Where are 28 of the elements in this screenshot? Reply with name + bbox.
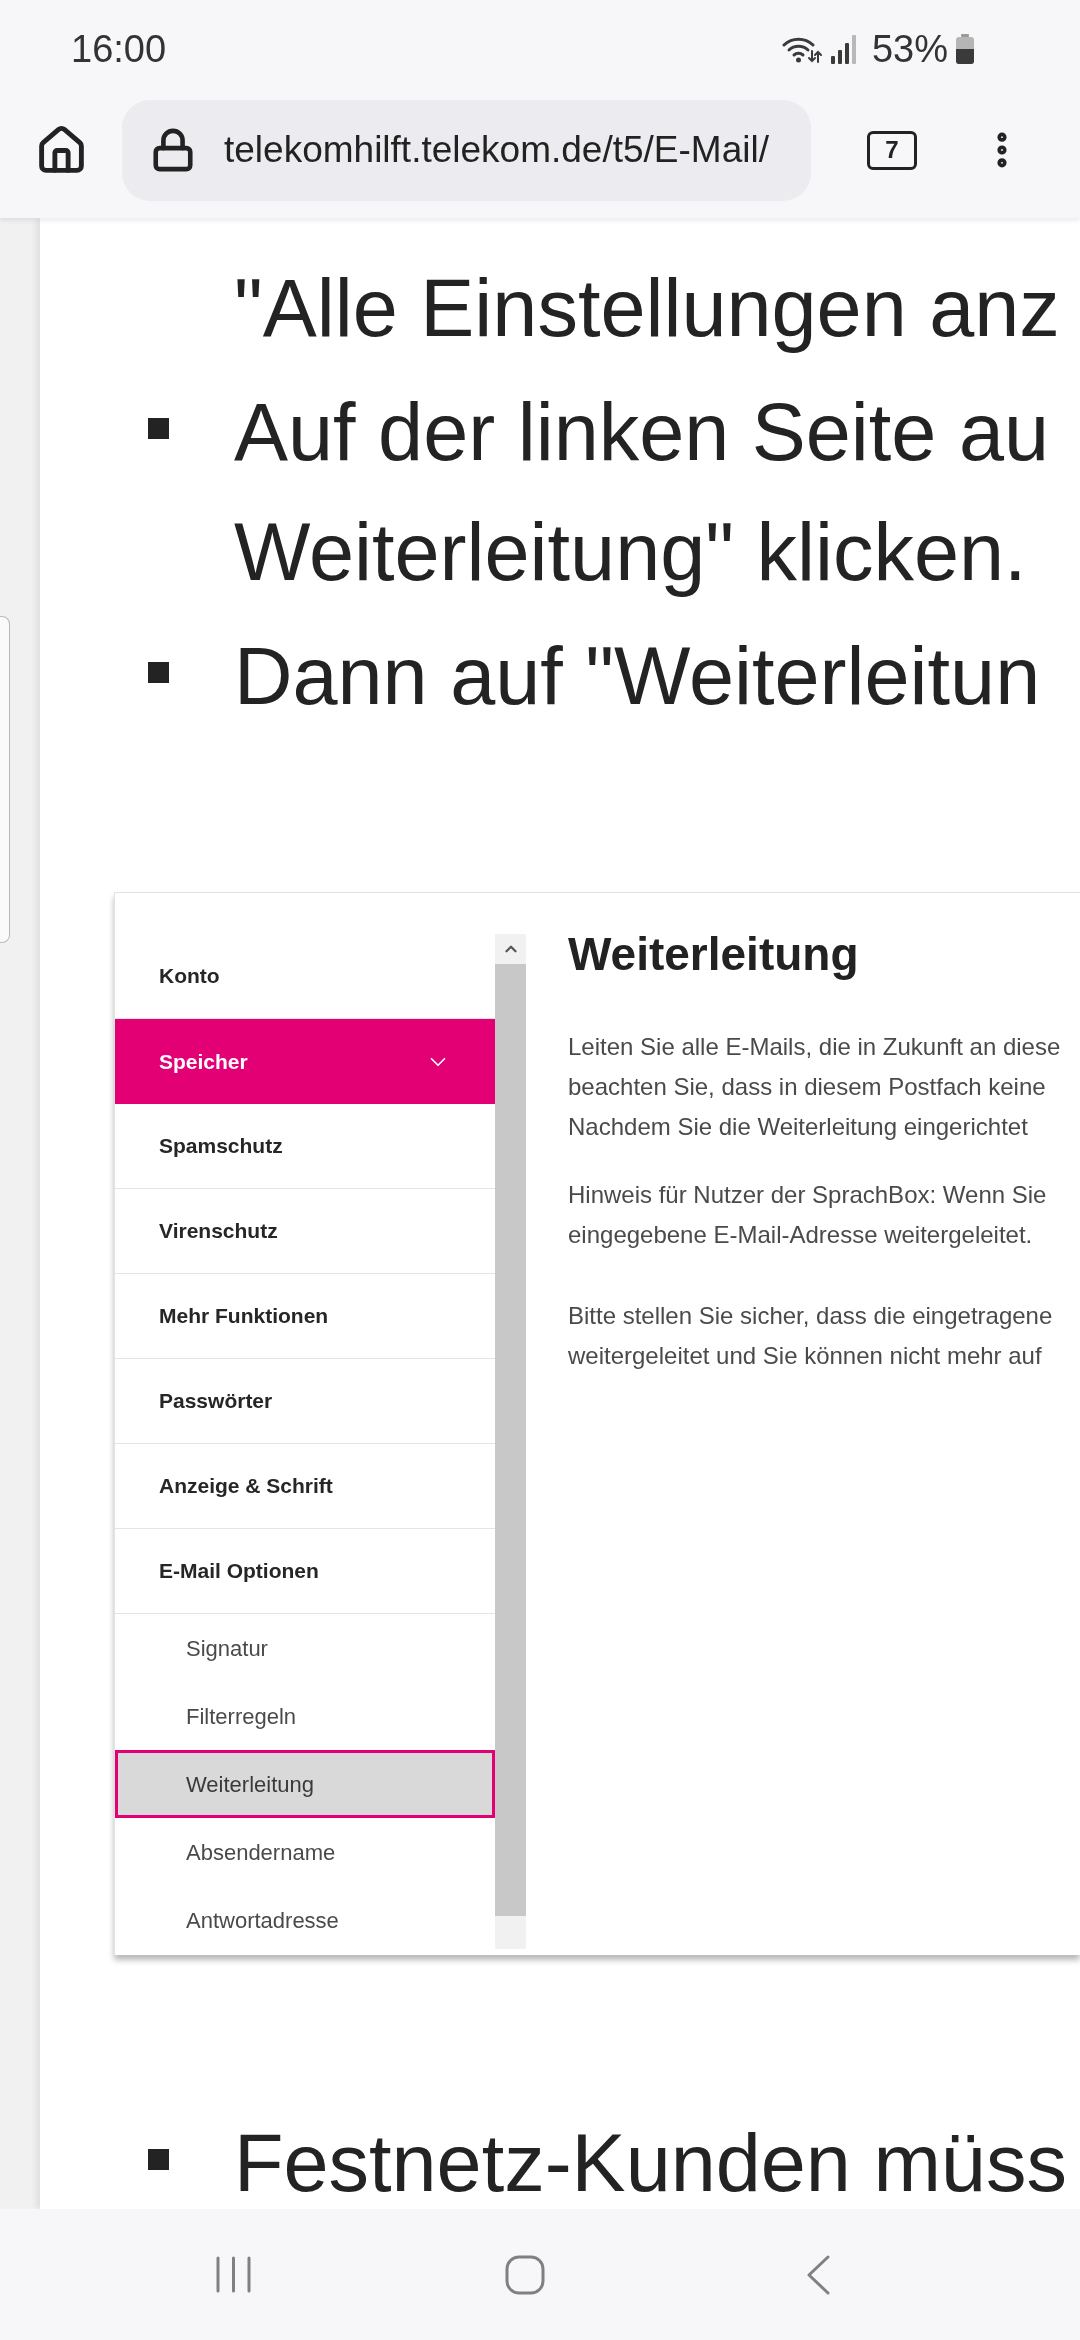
submenu-entry: Weiterleitung xyxy=(115,1750,495,1818)
back-icon[interactable] xyxy=(807,2254,830,2295)
edge-panel-handle[interactable] xyxy=(0,616,10,943)
screenshot-paragraph: Bitte stellen Sie sicher, dass die eingetragene weitergeleitet und Sie können nicht mehr auf xyxy=(568,1301,1054,1371)
lock-icon xyxy=(150,127,196,173)
battery-percentage: 53% xyxy=(871,26,948,72)
menu-entry: Speicher xyxy=(115,1019,495,1104)
screenshot-paragraph: Hinweis für Nutzer der SprachBox: Wenn Sie eingegebene E-Mail-Adresse weitergeleitet. xyxy=(568,1180,1048,1250)
status-time: 16:00 xyxy=(71,26,167,72)
battery-icon xyxy=(955,34,975,64)
submenu-entry: Absendername xyxy=(185,1838,337,1867)
list-item-text: Festnetz-Kunden müss xyxy=(234,2117,1067,2209)
signal-icon xyxy=(829,34,858,64)
submenu-entry: Filterregeln xyxy=(185,1702,298,1731)
list-item-text: Dann auf "Weiterleitun xyxy=(234,630,1041,723)
screenshot-paragraph: Leiten Sie alle E-Mails, die in Zukunft an diese beachten Sie, dass in diesem Postfach keine Nachdem Sie die Weiterleitung eingerichtet xyxy=(568,1032,1062,1142)
list-item-text: "Alle Einstellungen anz xyxy=(234,262,1060,355)
submenu-entry: Antwortadresse xyxy=(185,1906,340,1935)
square-bullet-icon xyxy=(148,2149,169,2170)
tab-count-button[interactable]: 7 xyxy=(867,130,917,170)
submenu-entry: Signatur xyxy=(185,1634,269,1663)
home-button-icon[interactable] xyxy=(505,2254,545,2295)
list-item-text: Auf der linken Seite au Weiterleitung" klicken. xyxy=(234,386,1050,599)
square-bullet-icon xyxy=(148,662,169,683)
screenshot-heading: Weiterleitung xyxy=(568,927,860,982)
address-bar[interactable]: telekomhilft.telekom.de/t5/E-Mail/ xyxy=(122,99,811,201)
square-bullet-icon xyxy=(148,418,169,439)
recent-apps-icon[interactable] xyxy=(215,2256,252,2293)
